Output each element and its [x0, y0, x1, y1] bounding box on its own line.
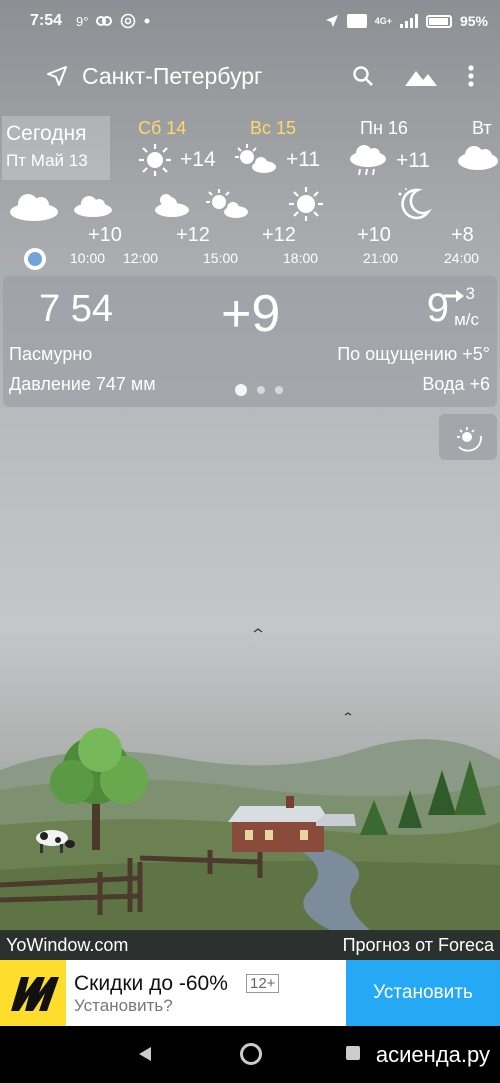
city-name[interactable]: Санкт-Петербург: [82, 63, 262, 90]
hourly-icons: [0, 186, 500, 226]
network-type: 4G+: [374, 16, 392, 26]
search-icon: [353, 66, 373, 86]
back-icon[interactable]: [138, 1046, 152, 1062]
day-item[interactable]: Сб 14 +14: [138, 118, 216, 177]
moon-icon: [398, 188, 432, 220]
mountains-icon: [405, 71, 437, 86]
water-temp: Вода +6: [422, 374, 490, 394]
daily-forecast: Сегодня Пт Май 13 Сб 14 +14 Вс 15 +11 Пн…: [0, 114, 500, 184]
ad-banner[interactable]: Скидки до -60% 12+ Установить? Установит…: [0, 960, 500, 1026]
cloud-icon: [74, 196, 112, 217]
today-date: Пт Май 13: [6, 151, 88, 170]
ad-subtitle: Установить?: [74, 996, 173, 1015]
footer-bar: YoWindow.com Прогноз от Foreca: [0, 930, 500, 960]
hour-temp: +10: [88, 224, 122, 246]
ad-title: Скидки до -60%: [74, 972, 228, 995]
hour-time: 24:00: [444, 250, 480, 266]
partly-cloudy-icon: [206, 189, 248, 218]
page-dot: [275, 386, 283, 394]
day-item[interactable]: Пн 16 +11: [348, 118, 430, 179]
forecast-source-link[interactable]: Прогноз от Foreca: [343, 935, 494, 956]
day-temp: +11: [396, 149, 431, 172]
yowindow-link[interactable]: YoWindow.com: [6, 935, 128, 956]
feels-like: По ощущению +5°: [337, 344, 490, 364]
cloud-icon: [458, 146, 498, 170]
sun-icon: [139, 144, 171, 176]
partly-cloudy-icon: [155, 194, 189, 217]
volte-icon: [346, 14, 367, 28]
market-logo-icon: [11, 977, 59, 1011]
page-indicator: [235, 384, 283, 396]
more-vert-icon: [468, 65, 474, 87]
location-arrow-icon[interactable]: [46, 65, 68, 87]
app-header: Санкт-Петербург: [0, 52, 500, 100]
rain-cloud-icon: [350, 145, 386, 176]
sun-orbit-icon: [457, 427, 482, 452]
day-item[interactable]: Вс 15 +11: [234, 118, 320, 177]
current-time: 7 54: [39, 288, 113, 330]
wind-speed-extra: 3: [465, 284, 475, 303]
hour-time: 10:00: [70, 250, 106, 266]
day-today[interactable]: Сегодня Пт Май 13: [2, 116, 110, 180]
current-weather-card[interactable]: 7 54 +9 9 3 м/с Пасмурно По ощущению +5°…: [3, 276, 497, 407]
page-dot-active: [235, 384, 247, 396]
hour-temp: +10: [357, 224, 391, 246]
ad-install-button[interactable]: Установить: [346, 960, 500, 1026]
landscape-illustration: [0, 628, 500, 930]
hourly-forecast[interactable]: +10 10:00 12:00 +12 15:00 +12 18:00 +10 …: [0, 224, 500, 272]
page-dot: [257, 386, 265, 394]
status-system-icons: 4G+ 95%: [325, 13, 488, 29]
hour-temp: +8: [451, 224, 474, 246]
day-name: Вс 15: [250, 118, 297, 138]
ad-logo: [0, 960, 66, 1026]
header-actions: [352, 65, 500, 87]
dot-icon: [144, 18, 150, 24]
day-name: Вт: [472, 118, 492, 138]
condition-text: Пасмурно: [9, 344, 93, 364]
sun-icon: [289, 187, 323, 221]
wind-unit: м/с: [454, 310, 479, 329]
status-notifications: 9°: [76, 13, 150, 29]
current-temp: +9: [221, 285, 281, 343]
location-arrow-icon: [325, 15, 338, 27]
status-bar: 7:54 9° 4G+ 95%: [0, 0, 500, 42]
partly-cloudy-icon: [235, 144, 276, 173]
day-temp: +11: [286, 148, 321, 171]
search-button[interactable]: [352, 65, 374, 87]
day-item[interactable]: Вт: [456, 118, 500, 171]
ad-age-rating: 12+: [246, 974, 280, 993]
day-temp: +14: [180, 148, 216, 171]
link-icon: [96, 16, 113, 26]
wind-direction-icon: [444, 290, 464, 302]
landscape-button[interactable]: [404, 65, 438, 87]
hour-time: 15:00: [203, 250, 239, 266]
hour-temp: +12: [262, 224, 296, 246]
watermark: асиенда.ру: [375, 1042, 490, 1067]
birds: [253, 628, 352, 716]
cloud-icon: [10, 194, 58, 221]
menu-button[interactable]: [468, 65, 474, 87]
battery-icon: [425, 14, 452, 28]
system-nav-bar: асиенда.ру: [0, 1026, 500, 1083]
signal-icon: [399, 14, 418, 28]
sun-moon-button[interactable]: [439, 414, 497, 460]
hour-time: 12:00: [123, 250, 159, 266]
pressure: Давление 747 мм: [9, 374, 156, 394]
day-name: Пн 16: [360, 118, 408, 138]
recents-button[interactable]: [346, 1046, 360, 1060]
temp-notification: 9°: [76, 13, 89, 29]
hour-temp: +12: [176, 224, 210, 246]
today-label: Сегодня: [6, 122, 87, 145]
hour-time: 18:00: [283, 250, 319, 266]
battery-percent: 95%: [459, 13, 488, 29]
day-name: Сб 14: [138, 118, 187, 138]
hour-time: 21:00: [363, 250, 399, 266]
home-button[interactable]: [240, 1043, 262, 1065]
status-time: 7:54: [30, 12, 63, 29]
at-icon: [121, 13, 136, 29]
current-time-marker[interactable]: [24, 248, 46, 270]
